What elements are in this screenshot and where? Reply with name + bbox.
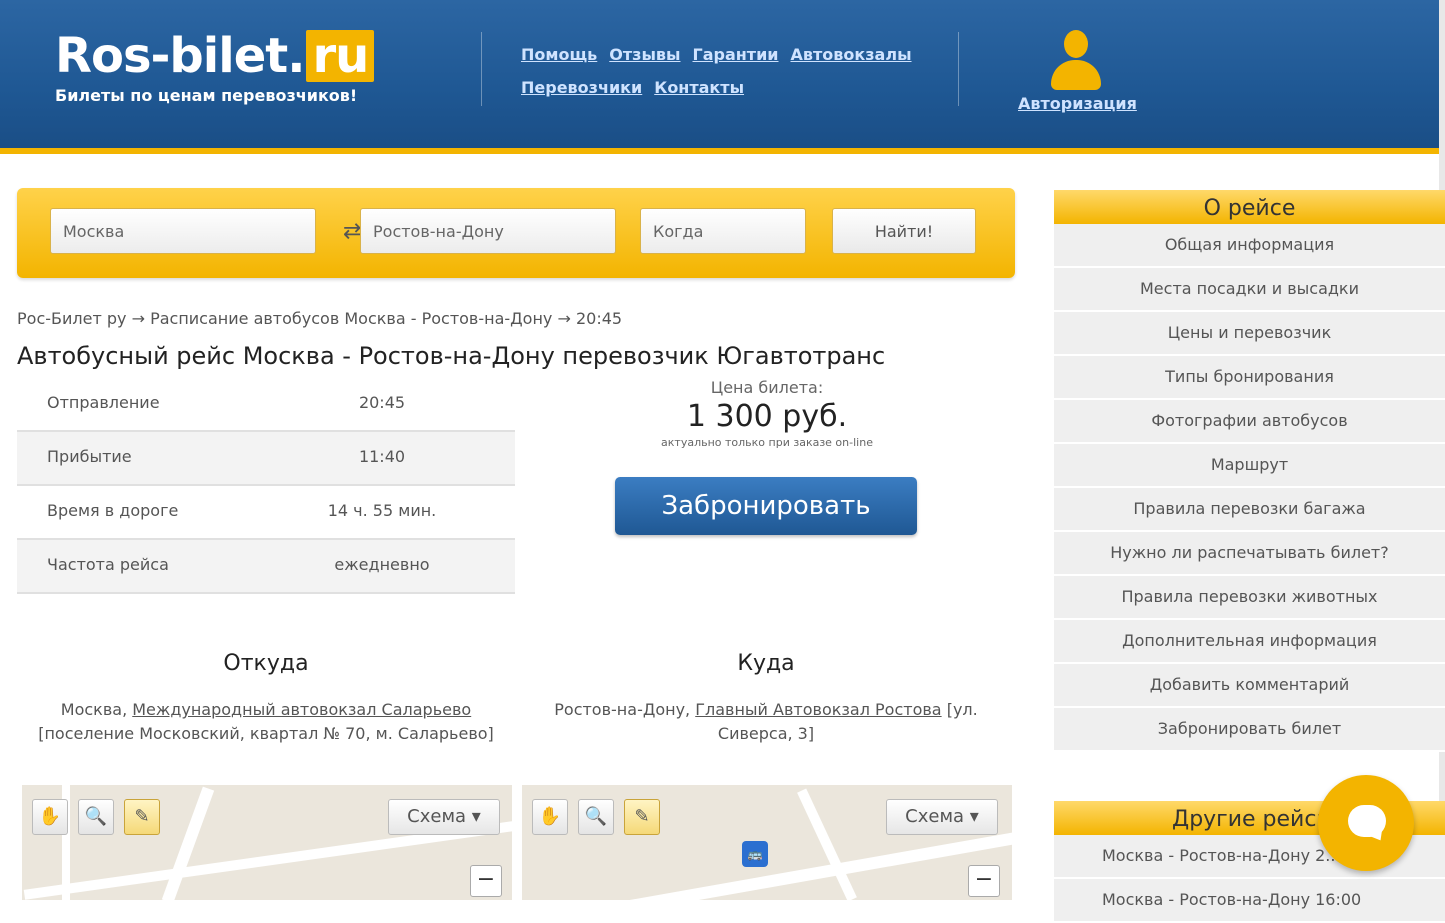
from-map[interactable]: ✋ 🔍 ✎ Схема ▾ − [22, 785, 512, 900]
search-button[interactable]: Найти! [832, 208, 976, 254]
magnifier-icon[interactable]: 🔍 [578, 799, 614, 835]
map-road [161, 786, 215, 900]
logo-tagline: Билеты по ценам перевозчиков! [55, 86, 358, 105]
sidebar-item-extra-info[interactable]: Дополнительная информация [1054, 620, 1445, 664]
sidebar-item-baggage[interactable]: Правила перевозки багажа [1054, 488, 1445, 532]
date-input[interactable]: Когда [640, 208, 806, 254]
bus-station-marker-icon[interactable]: 🚌 [742, 841, 768, 867]
price-block: Цена билета: 1 300 руб. актуально только… [615, 378, 919, 449]
map-layer-select[interactable]: Схема ▾ [886, 799, 998, 835]
map-road [524, 831, 1012, 900]
to-city: Ростов-на-Дону, [554, 700, 691, 719]
sidebar-item-prices[interactable]: Цены и перевозчик [1054, 312, 1445, 356]
site-logo[interactable]: Ros-bilet. ru Билеты по ценам перевозчико… [55, 28, 375, 105]
logo-text: Ros-bilet. [55, 28, 305, 84]
sidebar-item-general[interactable]: Общая информация [1054, 224, 1445, 268]
ruler-icon[interactable]: ✎ [624, 799, 660, 835]
header-divider [481, 32, 482, 106]
to-map[interactable]: ✋ 🔍 ✎ Схема ▾ 🚌 − [522, 785, 1012, 900]
from-address-detail: [поселение Московский, квартал № 70, м. … [38, 724, 494, 743]
price-value: 1 300 руб. [686, 399, 848, 434]
info-row: Время в дороге 14 ч. 55 мин. [17, 486, 515, 540]
nav-link-contacts[interactable]: Контакты [654, 71, 744, 104]
info-label: Прибытие [47, 447, 132, 466]
nav-link-reviews[interactable]: Отзывы [609, 38, 680, 71]
map-road [797, 788, 857, 900]
nav-link-bus-stations[interactable]: Автовокзалы [791, 38, 912, 71]
info-row: Частота рейса ежедневно [17, 540, 515, 594]
info-label: Частота рейса [47, 555, 169, 574]
info-label: Время в дороге [47, 501, 179, 520]
header-divider [958, 32, 959, 106]
auth-link[interactable]: Авторизация [1018, 94, 1137, 113]
to-input[interactable]: Ростов-на-Дону [360, 208, 616, 254]
from-station-link[interactable]: Международный автовокзал Саларьево [132, 700, 471, 719]
other-trip-link[interactable]: Москва - Ростов-на-Дону 16:00 [1054, 879, 1445, 923]
from-city: Москва, [60, 700, 128, 719]
magnifier-icon[interactable]: 🔍 [78, 799, 114, 835]
sidebar-item-print-ticket[interactable]: Нужно ли распечатывать билет? [1054, 532, 1445, 576]
sidebar-item-route[interactable]: Маршрут [1054, 444, 1445, 488]
from-input[interactable]: Москва [50, 208, 316, 254]
top-nav: Помощь Отзывы Гарантии Автовокзалы Перевозч… [521, 38, 931, 104]
price-note: актуально только при заказе on-line [661, 436, 873, 449]
swap-icon[interactable]: ⇄ [343, 221, 361, 243]
sidebar-item-photos[interactable]: Фотографии автобусов [1054, 400, 1445, 444]
ruler-icon[interactable]: ✎ [124, 799, 160, 835]
sidebar-item-stops[interactable]: Места посадки и высадки [1054, 268, 1445, 312]
logo-ru-badge: ru [306, 30, 375, 82]
sidebar-heading: О рейсе [1054, 190, 1445, 224]
sidebar-item-booking-types[interactable]: Типы бронирования [1054, 356, 1445, 400]
price-label: Цена билета: [710, 378, 824, 397]
hand-icon[interactable]: ✋ [32, 799, 68, 835]
site-header: Ros-bilet. ru Билеты по ценам перевозчико… [0, 0, 1445, 154]
info-value: 14 ч. 55 мин. [327, 501, 437, 520]
hand-icon[interactable]: ✋ [532, 799, 568, 835]
page-title: Автобусный рейс Москва - Ростов-на-Дону … [17, 342, 886, 370]
map-layer-select[interactable]: Схема ▾ [388, 799, 500, 835]
user-icon [1051, 30, 1101, 92]
info-row: Прибытие 11:40 [17, 432, 515, 486]
book-button[interactable]: Забронировать [615, 477, 917, 535]
zoom-out-button[interactable]: − [968, 865, 1000, 897]
zoom-out-button[interactable]: − [470, 865, 502, 897]
to-station-link[interactable]: Главный Автовокзал Ростова [695, 700, 941, 719]
trip-sidebar: О рейсе Общая информация Места посадки и… [1054, 190, 1445, 752]
sidebar-item-add-comment[interactable]: Добавить комментарий [1054, 664, 1445, 708]
to-address: Ростов-на-Дону, Главный Автовокзал Росто… [516, 698, 1016, 746]
chat-widget-button[interactable] [1318, 775, 1414, 871]
info-value: 11:40 [358, 447, 406, 466]
search-bar: Москва ⇄ Ростов-на-Дону Когда Найти! [17, 188, 1015, 278]
from-heading: Откуда [223, 651, 309, 676]
from-address: Москва, Международный автовокзал Саларье… [17, 698, 515, 746]
trip-info-table: Отправление 20:45 Прибытие 11:40 Время в д… [17, 378, 515, 594]
sidebar-item-book-ticket[interactable]: Забронировать билет [1054, 708, 1445, 752]
nav-link-help[interactable]: Помощь [521, 38, 597, 71]
nav-link-carriers[interactable]: Перевозчики [521, 71, 642, 104]
sidebar-item-animals[interactable]: Правила перевозки животных [1054, 576, 1445, 620]
info-value: ежедневно [334, 555, 430, 574]
nav-link-guarantees[interactable]: Гарантии [693, 38, 779, 71]
to-heading: Куда [737, 651, 795, 676]
info-label: Отправление [47, 393, 160, 412]
info-value: 20:45 [358, 393, 406, 412]
breadcrumb[interactable]: Рос-Билет ру → Расписание автобусов Моск… [17, 309, 622, 328]
auth-block[interactable]: Авторизация [1018, 30, 1137, 113]
info-row: Отправление 20:45 [17, 378, 515, 432]
